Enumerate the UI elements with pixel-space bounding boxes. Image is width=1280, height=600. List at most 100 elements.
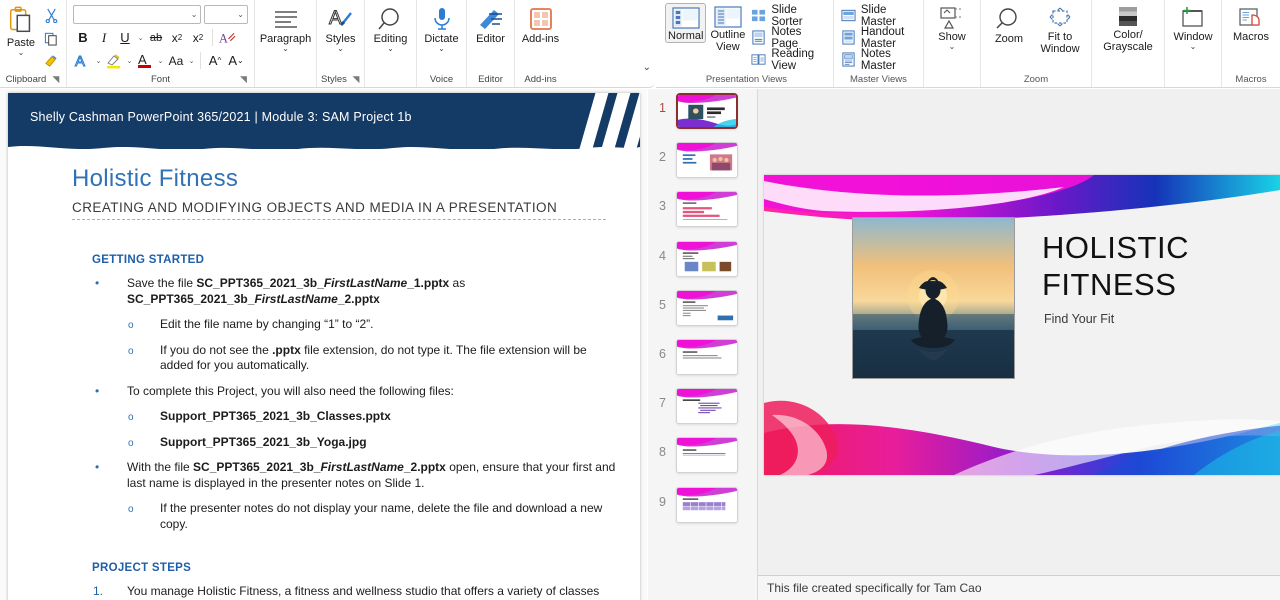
slide-thumbnail[interactable]	[676, 437, 738, 474]
macros-group-label: Macros	[1235, 74, 1267, 85]
notes-page-button[interactable]: Notes Page	[749, 26, 828, 50]
collapse-ribbon-chevron-icon[interactable]: ⌄	[643, 62, 651, 73]
text-effects-button[interactable]: A	[73, 50, 93, 71]
slide-master-button[interactable]: Slide Master	[839, 4, 918, 28]
italic-button[interactable]: I	[94, 27, 114, 48]
slide-editing-area[interactable]: HOLISTIC FITNESS Find Your Fit This file…	[758, 89, 1280, 600]
notes-master-button[interactable]: Notes Master	[839, 48, 918, 72]
slide-thumbnail-item[interactable]: 1	[648, 89, 757, 138]
editing-caret-icon[interactable]: ⌄	[387, 45, 394, 53]
font-size-combobox[interactable]: ⌄	[204, 5, 248, 24]
slide-thumbnail-item[interactable]: 9	[648, 483, 757, 532]
slide-number: 3	[659, 199, 666, 214]
outline-view-label: Outline View	[710, 29, 746, 53]
slide-thumbnail[interactable]	[676, 93, 738, 129]
strikethrough-button[interactable]: ab	[146, 27, 166, 48]
slide-thumbnail[interactable]	[676, 289, 738, 326]
grow-font-button[interactable]: A ^	[205, 50, 225, 71]
current-slide[interactable]: HOLISTIC FITNESS Find Your Fit	[764, 175, 1280, 475]
font-color-button[interactable]: A	[135, 50, 155, 71]
paste-button[interactable]: Paste ⌄	[4, 2, 38, 57]
show-button[interactable]: Show ⌄	[929, 3, 975, 51]
microphone-icon	[429, 6, 455, 32]
slide-thumbnail-item[interactable]: 6	[648, 335, 757, 384]
slide-thumbnail-item[interactable]: 2	[648, 138, 757, 187]
word-document-pane[interactable]: Shelly Cashman PowerPoint 365/2021 | Mod…	[0, 89, 647, 600]
font-dialog-launcher-icon[interactable]: ◥	[239, 75, 248, 84]
editing-button[interactable]: Editing ⌄	[369, 2, 412, 53]
slide-sorter-button[interactable]: Slide Sorter	[749, 4, 828, 28]
fit-to-window-label: Fit to Window	[1040, 31, 1080, 55]
paragraph-caret-icon[interactable]: ⌄	[282, 45, 289, 53]
macros-button[interactable]: Macros	[1227, 3, 1275, 43]
slide-subtitle[interactable]: Find Your Fit	[1044, 312, 1114, 326]
slide-thumbnail-item[interactable]: 3	[648, 187, 757, 236]
zoom-magnifier-icon	[995, 6, 1023, 32]
chevron-down-icon[interactable]: ⌄	[191, 10, 198, 19]
show-caret-icon[interactable]: ⌄	[949, 43, 956, 51]
dictate-caret-icon[interactable]: ⌄	[438, 45, 445, 53]
slide-thumbnail[interactable]	[676, 388, 738, 425]
outline-view-button[interactable]: Outline View	[708, 3, 747, 53]
text-effects-chevron-down-icon[interactable]: ⌄	[94, 57, 103, 65]
underline-chevron-down-icon[interactable]: ⌄	[136, 34, 145, 42]
bullet-marker-icon: o	[128, 504, 134, 515]
clear-formatting-button[interactable]: A	[217, 27, 237, 48]
copy-button[interactable]	[40, 28, 62, 48]
presentation-views-list: Slide Sorter Notes Page Reading View	[749, 3, 828, 72]
notes-master-icon	[841, 52, 856, 67]
format-painter-button[interactable]	[40, 51, 62, 71]
zoom-button[interactable]: Zoom	[986, 3, 1032, 45]
slide-title[interactable]: HOLISTIC FITNESS	[1042, 229, 1272, 303]
styles-caret-icon[interactable]: ⌄	[337, 45, 344, 53]
highlight-chevron-down-icon[interactable]: ⌄	[125, 57, 134, 65]
addins-label: Add-ins	[521, 33, 560, 45]
document-subbullet: o If the presenter notes do not display y…	[8, 501, 640, 532]
normal-view-button[interactable]: Normal	[665, 3, 707, 43]
styles-dialog-launcher-icon[interactable]: ◥	[352, 75, 360, 84]
zoom-group-label: Zoom	[1023, 74, 1049, 85]
slide-image-yoga-silhouette[interactable]	[852, 217, 1015, 379]
section-project-steps: PROJECT STEPS 1. You manage Holistic Fitn…	[8, 562, 640, 600]
slide-thumbnail-pane[interactable]: 1 2 3 4 5 6 7 8 9	[648, 89, 758, 600]
slide-thumbnail-item[interactable]: 5	[648, 286, 757, 335]
color-grayscale-button[interactable]: Color/ Grayscale	[1097, 3, 1159, 53]
macros-label: Macros	[1232, 31, 1270, 43]
clipboard-dialog-launcher-icon[interactable]: ◥	[51, 75, 60, 84]
subscript-button[interactable]: x2	[167, 27, 187, 48]
slide-thumbnail[interactable]	[676, 191, 738, 228]
slide-thumbnail[interactable]	[676, 142, 738, 179]
paste-caret-icon[interactable]: ⌄	[18, 49, 25, 57]
slide-thumbnail-item[interactable]: 8	[648, 433, 757, 482]
ribbon-group-clipboard: Paste ⌄ Clipboard ◥	[0, 0, 66, 87]
change-case-chevron-down-icon[interactable]: ⌄	[187, 57, 196, 65]
shrink-font-button[interactable]: A ⌄	[226, 50, 246, 71]
reading-view-button[interactable]: Reading View	[749, 48, 828, 72]
slide-thumbnail-item[interactable]: 7	[648, 384, 757, 433]
ppt-group-presentation-views: Normal Outline View Slide Sorter Notes P…	[660, 0, 833, 87]
dictate-button[interactable]: Dictate ⌄	[421, 2, 462, 53]
change-case-button[interactable]: Aa	[166, 50, 186, 71]
slide-thumbnail[interactable]	[676, 338, 738, 375]
slide-notes-pane[interactable]: This file created specifically for Tam C…	[758, 575, 1280, 600]
slide-thumbnail[interactable]	[676, 486, 738, 523]
fit-to-window-button[interactable]: Fit to Window	[1034, 3, 1086, 55]
superscript-button[interactable]: x2	[188, 27, 208, 48]
editor-button[interactable]: Editor	[471, 2, 510, 45]
window-button[interactable]: Window ⌄	[1170, 3, 1216, 51]
cut-button[interactable]	[40, 5, 62, 25]
font-color-chevron-down-icon[interactable]: ⌄	[156, 57, 165, 65]
styles-button[interactable]: A Styles ⌄	[321, 2, 360, 53]
window-caret-icon[interactable]: ⌄	[1190, 43, 1197, 51]
slide-thumbnail[interactable]	[676, 240, 738, 277]
handout-master-button[interactable]: Handout Master	[839, 26, 918, 50]
bold-button[interactable]: B	[73, 27, 93, 48]
paragraph-button[interactable]: Paragraph ⌄	[259, 2, 312, 53]
show-group-label	[929, 85, 975, 87]
chevron-down-icon[interactable]: ⌄	[237, 10, 244, 19]
slide-thumbnail-item[interactable]: 4	[648, 237, 757, 286]
addins-button[interactable]: Add-ins	[519, 2, 562, 45]
highlight-color-button[interactable]	[104, 50, 124, 71]
font-name-combobox[interactable]: ⌄	[73, 5, 202, 24]
underline-button[interactable]: U	[115, 27, 135, 48]
